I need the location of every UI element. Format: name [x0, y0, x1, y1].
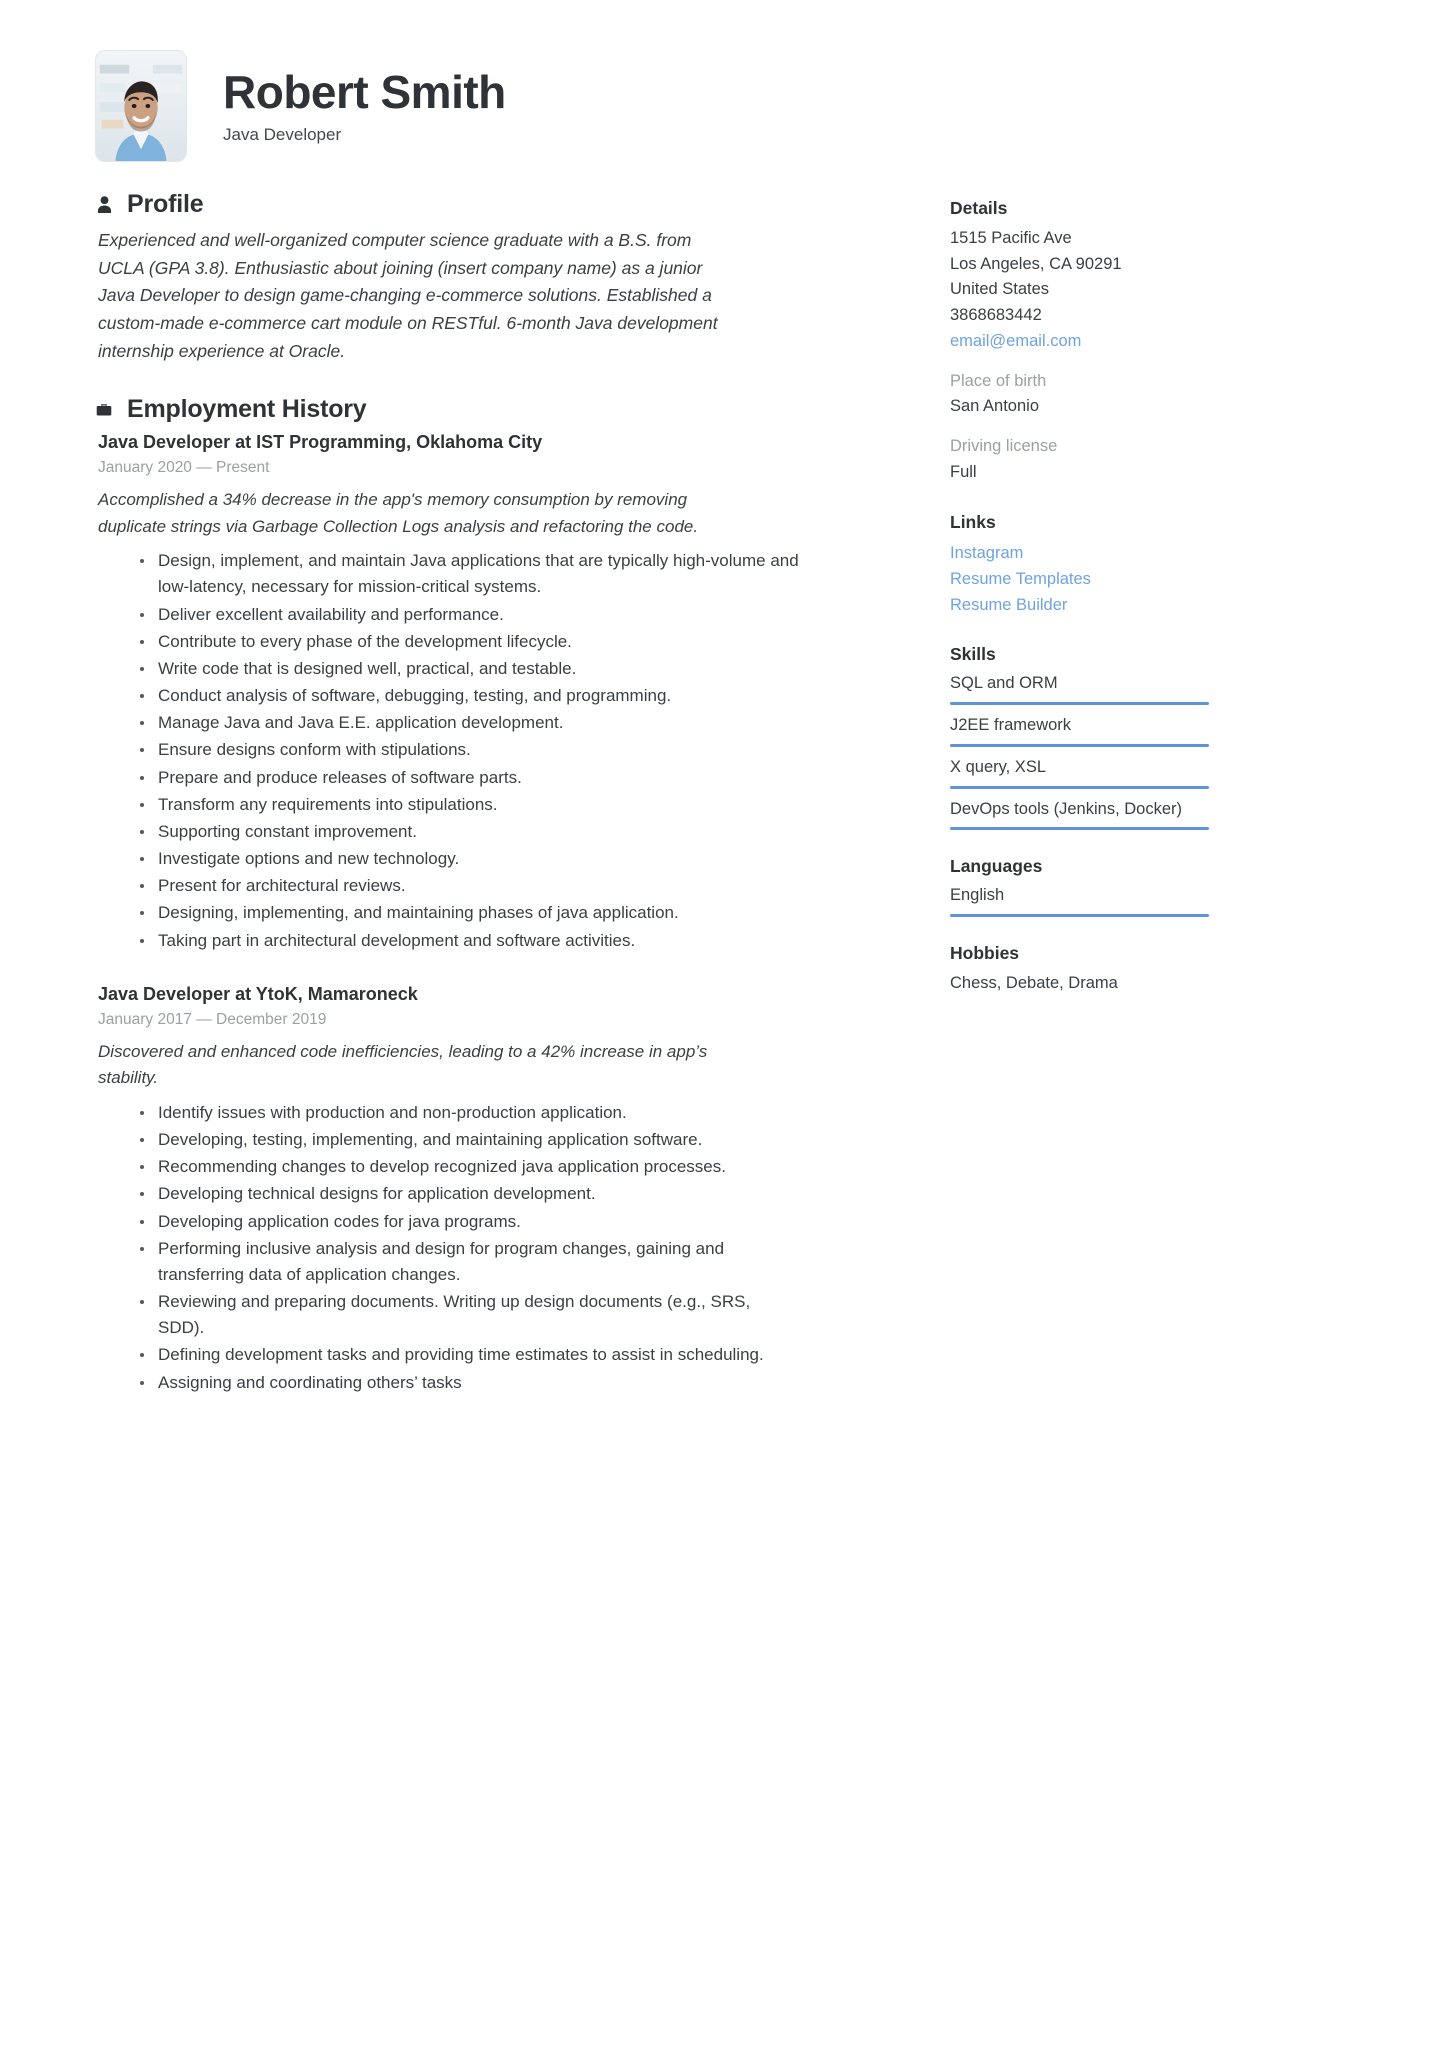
country: United States — [950, 280, 1050, 299]
skills-title: Skills — [950, 643, 996, 664]
driving-license-group: Driving license Full — [950, 434, 1260, 485]
job-summary: Discovered and enhanced code inefficienc… — [98, 1041, 708, 1088]
details-title: Details — [950, 198, 1008, 218]
job-entry: Java Developer at YtoK, Mamaroneck Janua… — [95, 984, 860, 1396]
job-bullet-list: Design, implement, and maintain Java app… — [95, 548, 800, 954]
skill-item: J2EE framework — [950, 714, 1260, 747]
briefcase-icon — [95, 399, 113, 421]
employment-title: Employment History — [127, 395, 367, 424]
job-dates: January 2017 — December 2019 — [98, 1010, 327, 1028]
list-item: Reviewing and preparing documents. Writi… — [140, 1289, 800, 1341]
list-item: Investigate options and new technology. — [140, 846, 800, 872]
list-item: Design, implement, and maintain Java app… — [140, 548, 800, 600]
language-level-bar — [950, 914, 1209, 918]
avatar — [95, 50, 187, 162]
skill-level-bar — [950, 701, 1209, 705]
phone: 3868683442 — [950, 306, 1042, 325]
page-title: Robert Smith — [223, 66, 506, 118]
list-item: Write code that is designed well, practi… — [140, 656, 800, 682]
list-item: Supporting constant improvement. — [140, 819, 800, 845]
skill-level-bar — [950, 785, 1209, 789]
job-bullet-list: Identify issues with production and non-… — [95, 1100, 800, 1396]
links-block: Links Instagram Resume Templates Resume … — [950, 512, 1260, 618]
skill-item: SQL and ORM — [950, 672, 1260, 705]
list-item: Defining development tasks and providing… — [140, 1342, 800, 1368]
resume-body: Profile Experienced and well-organized c… — [0, 162, 1448, 1397]
email-link[interactable]: email@email.com — [950, 329, 1260, 355]
skill-label: J2EE framework — [950, 715, 1072, 734]
skill-label: X query, XSL — [950, 757, 1046, 776]
list-item: Contribute to every phase of the develop… — [140, 629, 800, 655]
profile-section-header: Profile — [95, 190, 860, 219]
person-icon — [95, 194, 113, 216]
list-item: Present for architectural reviews. — [140, 873, 800, 899]
language-label: English — [950, 886, 1005, 905]
list-item: Developing application codes for java pr… — [140, 1209, 800, 1235]
list-item: Recommending changes to develop recogniz… — [140, 1154, 800, 1180]
list-item: Manage Java and Java E.E. application de… — [140, 710, 800, 736]
languages-title: Languages — [950, 856, 1043, 877]
job-heading: Java Developer at YtoK, Mamaroneck — [98, 983, 418, 1004]
profile-text: Experienced and well-organized computer … — [98, 230, 718, 361]
place-of-birth-value: San Antonio — [950, 397, 1039, 416]
list-item: Developing technical designs for applica… — [140, 1181, 800, 1207]
list-item: Designing, implementing, and maintaining… — [140, 900, 800, 926]
address-line-2: Los Angeles, CA 90291 — [950, 254, 1122, 273]
list-item: Developing, testing, implementing, and m… — [140, 1127, 800, 1153]
details-block: Details 1515 Pacific Ave Los Angeles, CA… — [950, 198, 1260, 486]
main-column: Profile Experienced and well-organized c… — [0, 190, 860, 1397]
link-resume-templates[interactable]: Resume Templates — [950, 566, 1260, 592]
place-of-birth-group: Place of birth San Antonio — [950, 369, 1260, 420]
list-item: Ensure designs conform with stipulations… — [140, 737, 800, 763]
driving-license-label: Driving license — [950, 437, 1058, 456]
profile-section: Profile Experienced and well-organized c… — [95, 190, 860, 365]
list-item: Conduct analysis of software, debugging,… — [140, 683, 800, 709]
hobbies-text: Chess, Debate, Drama — [950, 974, 1118, 993]
resume-page: Robert Smith Java Developer Profile Expe… — [0, 0, 1448, 2048]
resume-header: Robert Smith Java Developer — [0, 0, 1448, 162]
list-item: Identify issues with production and non-… — [140, 1100, 800, 1126]
links-title: Links — [950, 511, 996, 532]
skill-level-bar — [950, 827, 1209, 831]
job-dates: January 2020 — Present — [98, 459, 270, 477]
list-item: Transform any requirements into stipulat… — [140, 792, 800, 818]
list-item: Taking part in architectural development… — [140, 928, 800, 954]
profile-title: Profile — [127, 190, 204, 218]
skill-label: DevOps tools (Jenkins, Docker) — [950, 799, 1182, 818]
job-heading: Java Developer at IST Programming, Oklah… — [98, 432, 543, 453]
header-text-block: Robert Smith Java Developer — [223, 50, 506, 145]
job-entry: Java Developer at IST Programming, Oklah… — [95, 432, 860, 954]
header-job-title: Java Developer — [223, 125, 342, 145]
link-resume-builder[interactable]: Resume Builder — [950, 592, 1260, 618]
link-instagram[interactable]: Instagram — [950, 540, 1260, 566]
language-item: English — [950, 884, 1260, 918]
hobbies-block: Hobbies Chess, Debate, Drama — [950, 943, 1260, 997]
employment-section-header: Employment History — [95, 395, 860, 424]
address-line-1: 1515 Pacific Ave — [950, 229, 1072, 247]
place-of-birth-label: Place of birth — [950, 371, 1047, 390]
skills-block: Skills SQL and ORM J2EE framework X quer… — [950, 644, 1260, 831]
driving-license-value: Full — [950, 462, 977, 481]
hobbies-title: Hobbies — [950, 943, 1020, 964]
skill-level-bar — [950, 743, 1209, 747]
sidebar: Details 1515 Pacific Ave Los Angeles, CA… — [860, 190, 1260, 1023]
languages-block: Languages English — [950, 856, 1260, 918]
skill-item: X query, XSL — [950, 756, 1260, 789]
list-item: Assigning and coordinating others’ tasks — [140, 1370, 800, 1396]
list-item: Performing inclusive analysis and design… — [140, 1236, 800, 1288]
list-item: Prepare and produce releases of software… — [140, 765, 800, 791]
skill-label: SQL and ORM — [950, 673, 1058, 692]
list-item: Deliver excellent availability and perfo… — [140, 602, 800, 628]
job-summary: Accomplished a 34% decrease in the app's… — [98, 490, 699, 536]
employment-section: Employment History Java Developer at IST… — [95, 395, 860, 1396]
skill-item: DevOps tools (Jenkins, Docker) — [950, 798, 1260, 831]
